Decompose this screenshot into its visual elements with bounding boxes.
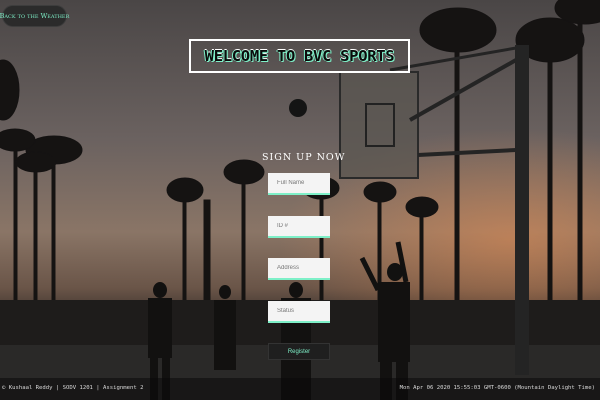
address-input[interactable] xyxy=(268,258,330,280)
footer-datetime: Mon Apr 06 2020 15:55:03 GMT-0600 (Mount… xyxy=(399,385,595,391)
page-title: WELCOME TO BVC SPORTS xyxy=(189,39,410,73)
signup-heading: SIGN UP NOW xyxy=(262,152,346,163)
footer-bar: © Kushaal Reddy | SODV 1201 | Assignment… xyxy=(0,378,600,400)
register-button[interactable]: Register xyxy=(268,343,330,360)
id-number-input[interactable] xyxy=(268,216,330,238)
back-to-weather-button[interactable]: Back to the Weather xyxy=(0,5,69,27)
footer-credit: © Kushaal Reddy | SODV 1201 | Assignment… xyxy=(2,385,144,391)
full-name-input[interactable] xyxy=(268,173,330,195)
status-input[interactable] xyxy=(268,301,330,323)
